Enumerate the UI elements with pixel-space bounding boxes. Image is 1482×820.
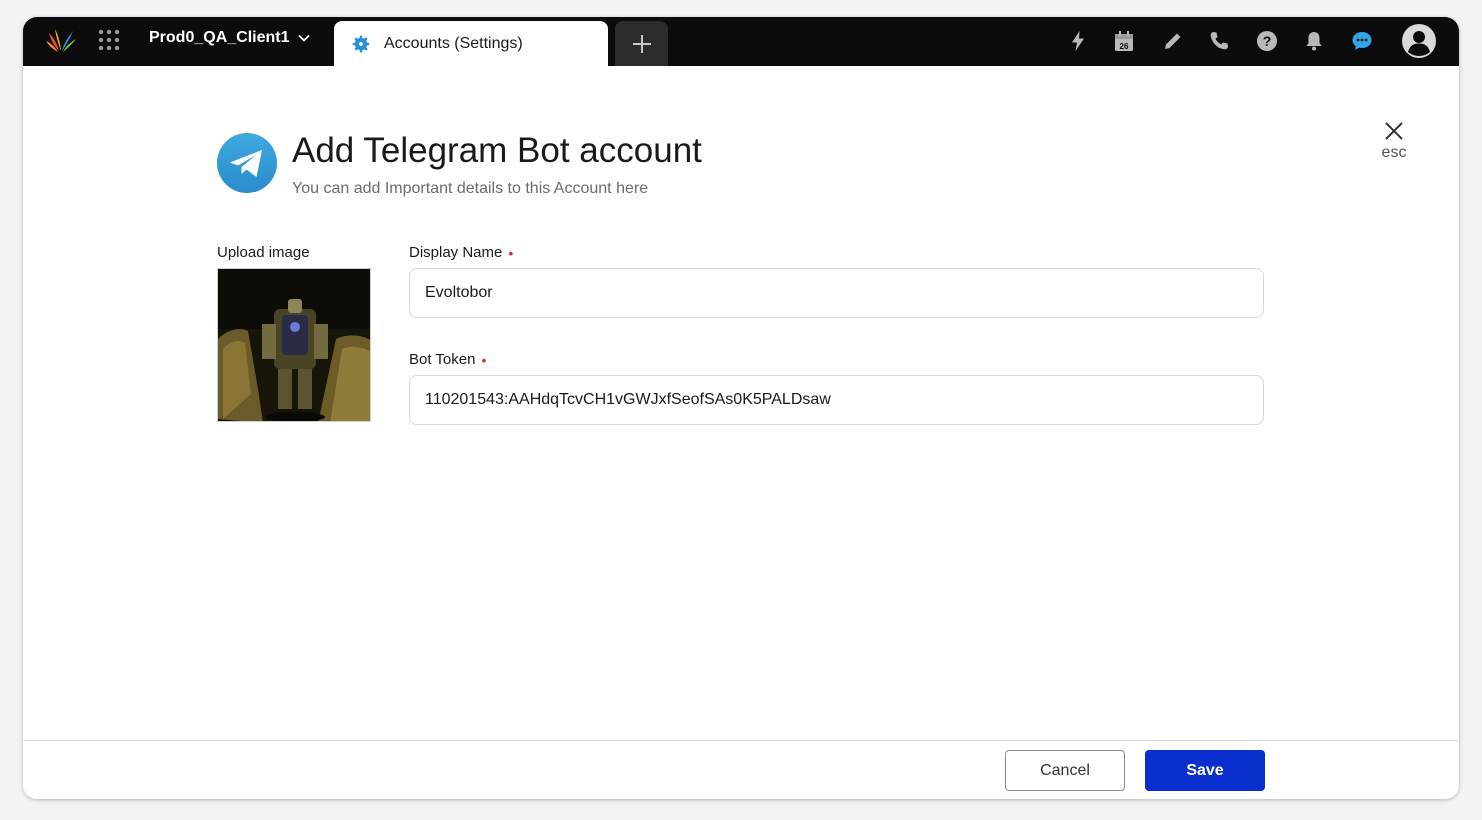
user-menu-button[interactable] — [1399, 22, 1439, 60]
tab-label: Accounts (Settings) — [384, 34, 523, 52]
help-icon: ? — [1257, 31, 1277, 51]
bell-icon — [1306, 32, 1322, 51]
cancel-button[interactable]: Cancel — [1005, 750, 1125, 791]
save-button[interactable]: Save — [1145, 750, 1265, 791]
gear-icon — [352, 35, 370, 52]
add-tab-button[interactable] — [615, 21, 668, 66]
close-icon — [1385, 122, 1403, 140]
telegram-icon — [217, 133, 277, 193]
upload-image-preview[interactable] — [217, 268, 371, 422]
compose-button[interactable] — [1160, 28, 1186, 54]
workspace-switcher[interactable]: Prod0_QA_Client1 — [149, 29, 311, 47]
chevron-down-icon — [298, 34, 311, 42]
app-grid-icon[interactable] — [97, 28, 121, 52]
calendar-day: 26 — [1120, 42, 1129, 51]
pencil-icon — [1165, 33, 1181, 49]
notifications-button[interactable] — [1301, 28, 1327, 54]
tab-accounts-settings[interactable]: Accounts (Settings) — [334, 21, 608, 66]
workspace-name: Prod0_QA_Client1 — [149, 29, 290, 46]
close-button[interactable]: esc — [1373, 120, 1415, 168]
bot-token-label: Bot Token • — [409, 351, 486, 368]
required-marker: • — [508, 244, 514, 261]
display-name-label-text: Display Name — [409, 244, 503, 261]
plus-icon — [632, 34, 651, 53]
messages-button[interactable] — [1349, 28, 1375, 54]
phone-icon — [1210, 32, 1228, 50]
lightning-icon — [1072, 31, 1084, 51]
bot-avatar-image — [218, 269, 370, 421]
user-avatar-icon — [1402, 24, 1436, 58]
calendar-button[interactable]: 26 — [1111, 28, 1137, 54]
quick-actions-button[interactable] — [1065, 28, 1091, 54]
display-name-label: Display Name • — [409, 244, 513, 261]
required-marker: • — [481, 351, 487, 368]
dialog-footer: Cancel Save — [23, 740, 1459, 799]
bot-token-input[interactable] — [409, 375, 1264, 425]
app-window: Prod0_QA_Client1 Accounts (Settings) 26 … — [23, 17, 1459, 799]
display-name-input[interactable] — [409, 268, 1264, 318]
page-subtitle: You can add Important details to this Ac… — [292, 180, 649, 197]
calendar-icon: 26 — [1115, 31, 1133, 51]
top-nav-bar: Prod0_QA_Client1 Accounts (Settings) 26 … — [23, 17, 1459, 66]
bot-token-label-text: Bot Token — [409, 351, 476, 368]
phone-button[interactable] — [1206, 28, 1232, 54]
upload-image-label: Upload image — [217, 244, 310, 261]
svg-text:?: ? — [1263, 33, 1272, 49]
brand-logo-icon[interactable] — [45, 27, 77, 55]
help-button[interactable]: ? — [1254, 28, 1280, 54]
esc-label: esc — [1381, 144, 1407, 161]
page-title: Add Telegram Bot account — [292, 131, 702, 170]
chat-icon — [1352, 32, 1372, 50]
